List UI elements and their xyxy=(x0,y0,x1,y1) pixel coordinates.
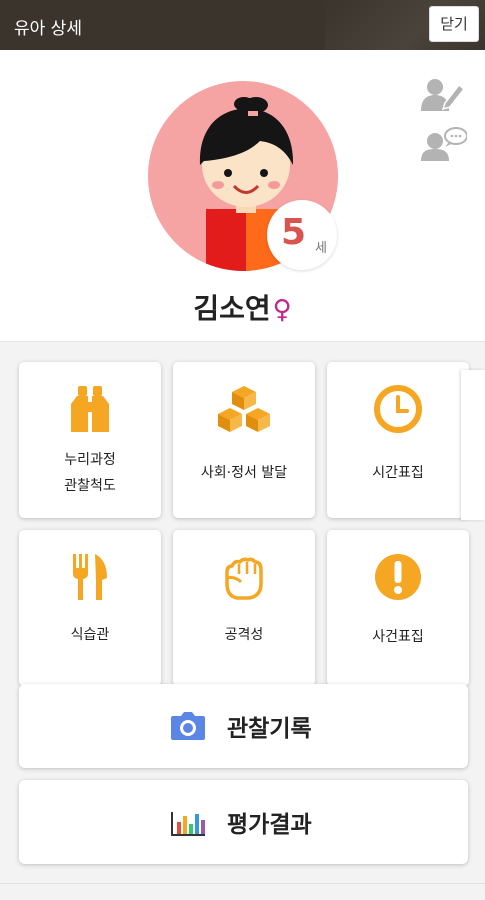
camera-icon xyxy=(171,712,205,740)
profile-section: 5 세 김소연♀ xyxy=(0,50,485,342)
bar-chart-icon xyxy=(171,812,205,836)
tile-label-line1: 시간표집 xyxy=(372,465,424,481)
female-icon: ♀ xyxy=(272,295,292,325)
fist-icon xyxy=(225,557,263,600)
evaluation-results-label: 평가결과 xyxy=(227,812,312,838)
observation-record-button[interactable]: 관찰기록 xyxy=(19,684,468,768)
binoculars-icon xyxy=(71,386,109,432)
fork-knife-icon xyxy=(73,554,107,600)
child-name-text: 김소연 xyxy=(193,292,271,325)
close-button[interactable]: 닫기 xyxy=(429,6,479,42)
exclamation-icon xyxy=(375,554,421,600)
tile-eating-habits[interactable]: 식습관 xyxy=(19,530,161,686)
clock-icon xyxy=(374,385,422,433)
tile-time-sampling[interactable]: 시간표집 xyxy=(327,362,469,518)
tile-label-line1: 누리과정 xyxy=(64,452,116,468)
age-unit: 세 xyxy=(315,241,327,256)
edit-profile-icon[interactable] xyxy=(421,77,467,111)
age-number: 5 xyxy=(281,212,307,253)
tile-label-line1: 사건표집 xyxy=(372,629,424,645)
page-title: 유아 상세 xyxy=(14,19,82,39)
tile-label-line1: 사회·정서 발달 xyxy=(200,465,288,481)
tile-label-line2: 관찰척도 xyxy=(64,478,116,494)
blocks-icon xyxy=(218,386,270,432)
side-panel-edge[interactable] xyxy=(461,370,485,520)
chat-profile-icon[interactable] xyxy=(421,127,467,161)
tile-nuri-observation[interactable]: 누리과정 관찰척도 xyxy=(19,362,161,518)
tile-event-sampling[interactable]: 사건표집 xyxy=(327,530,469,686)
evaluation-results-button[interactable]: 평가결과 xyxy=(19,780,468,864)
bottom-divider xyxy=(0,883,485,884)
observation-record-label: 관찰기록 xyxy=(227,716,312,742)
tile-aggression[interactable]: 공격성 xyxy=(173,530,315,686)
tile-label-line1: 공격성 xyxy=(224,627,264,643)
tile-social-emotional[interactable]: 사회·정서 발달 xyxy=(173,362,315,518)
child-name: 김소연♀ xyxy=(0,287,485,327)
tile-label-line1: 식습관 xyxy=(70,627,110,643)
age-badge: 5 세 xyxy=(267,200,337,270)
top-bar: 유아 상세 닫기 xyxy=(0,0,485,50)
